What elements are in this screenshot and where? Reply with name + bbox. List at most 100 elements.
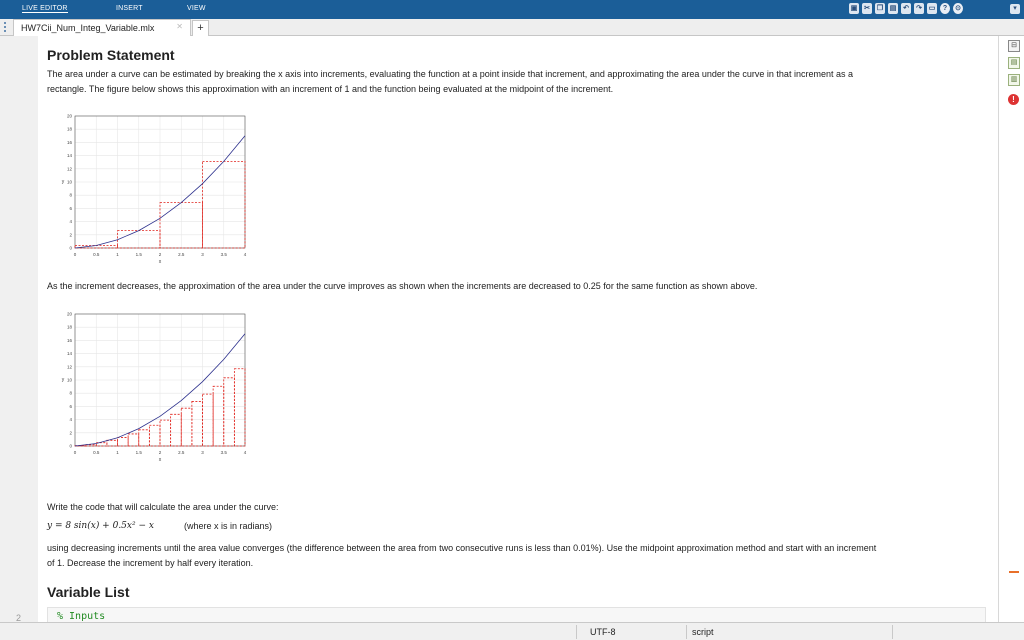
x-tick-label: 3.5 — [221, 450, 228, 455]
converge-line-1: using decreasing increments until the ar… — [47, 543, 877, 553]
approximation-rectangle — [233, 368, 246, 447]
equation[interactable]: y = 8 sin(x) + 0.5x² − x — [47, 521, 154, 531]
x-tick-label: 2.5 — [178, 450, 185, 455]
tab-insert[interactable]: INSERT — [116, 5, 143, 12]
new-tab-button[interactable]: + — [192, 20, 209, 36]
y-tick-label: 16 — [67, 140, 73, 145]
expand-icon[interactable]: ▾ — [1010, 4, 1020, 14]
encoding-label: UTF-8 — [590, 627, 616, 637]
y-tick-label: 12 — [67, 364, 73, 369]
hide-code-icon[interactable]: ▥ — [1008, 74, 1020, 86]
middle-paragraph[interactable]: As the increment decreases, the approxim… — [47, 279, 977, 294]
error-icon[interactable]: ! — [1008, 94, 1019, 105]
approximation-rectangle — [127, 433, 140, 447]
x-axis-label: x — [159, 259, 162, 265]
approximation-rectangle — [170, 413, 182, 447]
x-tick-label: 3.5 — [221, 252, 228, 257]
minimize-ribbon-icon[interactable]: ⊙ — [953, 3, 963, 14]
x-tick-label: 0.5 — [93, 450, 100, 455]
close-icon[interactable]: ✕ — [176, 22, 183, 31]
y-tick-label: 6 — [69, 404, 72, 409]
file-tab-label: HW7Cii_Num_Integ_Variable.mlx — [21, 23, 155, 33]
x-tick-label: 2.5 — [178, 252, 185, 257]
approximation-rectangle — [180, 407, 193, 447]
variable-heading: Variable List — [47, 584, 130, 600]
y-tick-label: 20 — [67, 114, 73, 119]
x-tick-label: 2 — [159, 252, 162, 257]
y-tick-label: 0 — [69, 246, 72, 251]
task-text[interactable]: Write the code that will calculate the a… — [47, 500, 278, 515]
x-tick-label: 0.5 — [93, 252, 100, 257]
copy-icon[interactable]: ❐ — [875, 3, 885, 14]
undo-icon[interactable]: ↶ — [901, 3, 911, 14]
intro-line-1: The area under a curve can be estimated … — [47, 69, 853, 79]
help-icon[interactable]: ? — [940, 3, 950, 14]
y-tick-label: 14 — [67, 351, 73, 356]
y-axis-label: y — [62, 179, 65, 185]
quick-access-toolbar: ▣ ✂ ❐ ▤ ↶ ↷ ▭ ? ⊙ — [849, 3, 963, 16]
y-tick-label: 8 — [69, 193, 72, 198]
scroll-marker[interactable] — [1009, 571, 1019, 573]
y-axis-label: y — [62, 377, 65, 383]
y-tick-label: 10 — [67, 180, 73, 185]
paste-icon[interactable]: ▤ — [888, 3, 898, 14]
switch-windows-icon[interactable]: ▭ — [927, 3, 937, 14]
output-toggle-rail: ⊟ ▤ ▥ ! — [998, 36, 1024, 622]
document-tab-bar: HW7Cii_Num_Integ_Variable.mlx ✕ + — [0, 19, 1024, 36]
x-tick-label: 1 — [116, 252, 119, 257]
tab-file[interactable]: HW7Cii_Num_Integ_Variable.mlx ✕ — [13, 19, 191, 36]
save-icon[interactable]: ▣ — [849, 3, 859, 14]
x-tick-label: 1.5 — [136, 252, 143, 257]
drag-grip-icon[interactable] — [4, 22, 6, 32]
tab-live-editor[interactable]: LIVE EDITOR — [22, 5, 68, 13]
x-tick-label: 0 — [74, 252, 77, 257]
x-tick-label: 4 — [244, 450, 247, 455]
y-tick-label: 2 — [69, 232, 72, 237]
y-tick-label: 18 — [67, 325, 73, 330]
x-tick-label: 3 — [201, 252, 204, 257]
code-comment: % Inputs — [57, 611, 106, 622]
output-right-icon[interactable]: ⊟ — [1008, 40, 1020, 52]
y-tick-label: 4 — [69, 219, 72, 224]
y-tick-label: 20 — [67, 312, 73, 317]
approximation-rectangle — [223, 377, 235, 447]
x-tick-label: 4 — [244, 252, 247, 257]
ribbon-bar: LIVE EDITOR INSERT VIEW ▣ ✂ ❐ ▤ ↶ ↷ ▭ ? … — [0, 0, 1024, 19]
y-tick-label: 10 — [67, 378, 73, 383]
approximation-rectangle — [117, 437, 129, 447]
x-axis-label: x — [159, 457, 162, 463]
status-bar: UTF-8 script — [0, 622, 1024, 640]
x-tick-label: 1 — [116, 450, 119, 455]
y-tick-label: 18 — [67, 127, 73, 132]
y-tick-label: 4 — [69, 417, 72, 422]
line-gutter — [0, 36, 38, 622]
y-tick-label: 14 — [67, 153, 73, 158]
y-tick-label: 2 — [69, 430, 72, 435]
x-tick-label: 1.5 — [136, 450, 143, 455]
approximation-rectangle — [212, 385, 225, 447]
equation-note: (where x is in radians) — [184, 521, 273, 531]
redo-icon[interactable]: ↷ — [914, 3, 924, 14]
y-tick-label: 6 — [69, 206, 72, 211]
x-tick-label: 3 — [201, 450, 204, 455]
tab-view[interactable]: VIEW — [187, 5, 206, 12]
intro-line-2: rectangle. The figure below shows this a… — [47, 84, 614, 94]
x-tick-label: 0 — [74, 450, 77, 455]
figure-increment-1: 0 0.5 1 1.5 2 2.5 3 3.5 4 0 2 4 6 8 10 12 14 16 18 20 x y — [60, 110, 260, 268]
figure-increment-025: 0 0.5 1 1.5 2 2.5 3 3.5 4 0 2 4 6 8 10 12 14 16 18 20 x y — [60, 308, 260, 466]
converge-line-2: of 1. Decrease the increment by half eve… — [47, 558, 254, 568]
problem-heading: Problem Statement — [47, 47, 175, 63]
converge-paragraph[interactable]: using decreasing increments until the ar… — [47, 541, 977, 571]
approximation-rectangle — [138, 429, 150, 447]
output-inline-icon[interactable]: ▤ — [1008, 57, 1020, 69]
file-type-label: script — [692, 627, 714, 637]
cut-icon[interactable]: ✂ — [862, 3, 872, 14]
intro-paragraph[interactable]: The area under a curve can be estimated … — [47, 67, 977, 97]
y-tick-label: 12 — [67, 166, 73, 171]
y-tick-label: 16 — [67, 338, 73, 343]
approximation-rectangle — [106, 439, 118, 447]
y-tick-label: 0 — [69, 444, 72, 449]
approximation-rectangle — [202, 393, 214, 447]
y-tick-label: 8 — [69, 391, 72, 396]
approximation-rectangle — [148, 424, 161, 447]
